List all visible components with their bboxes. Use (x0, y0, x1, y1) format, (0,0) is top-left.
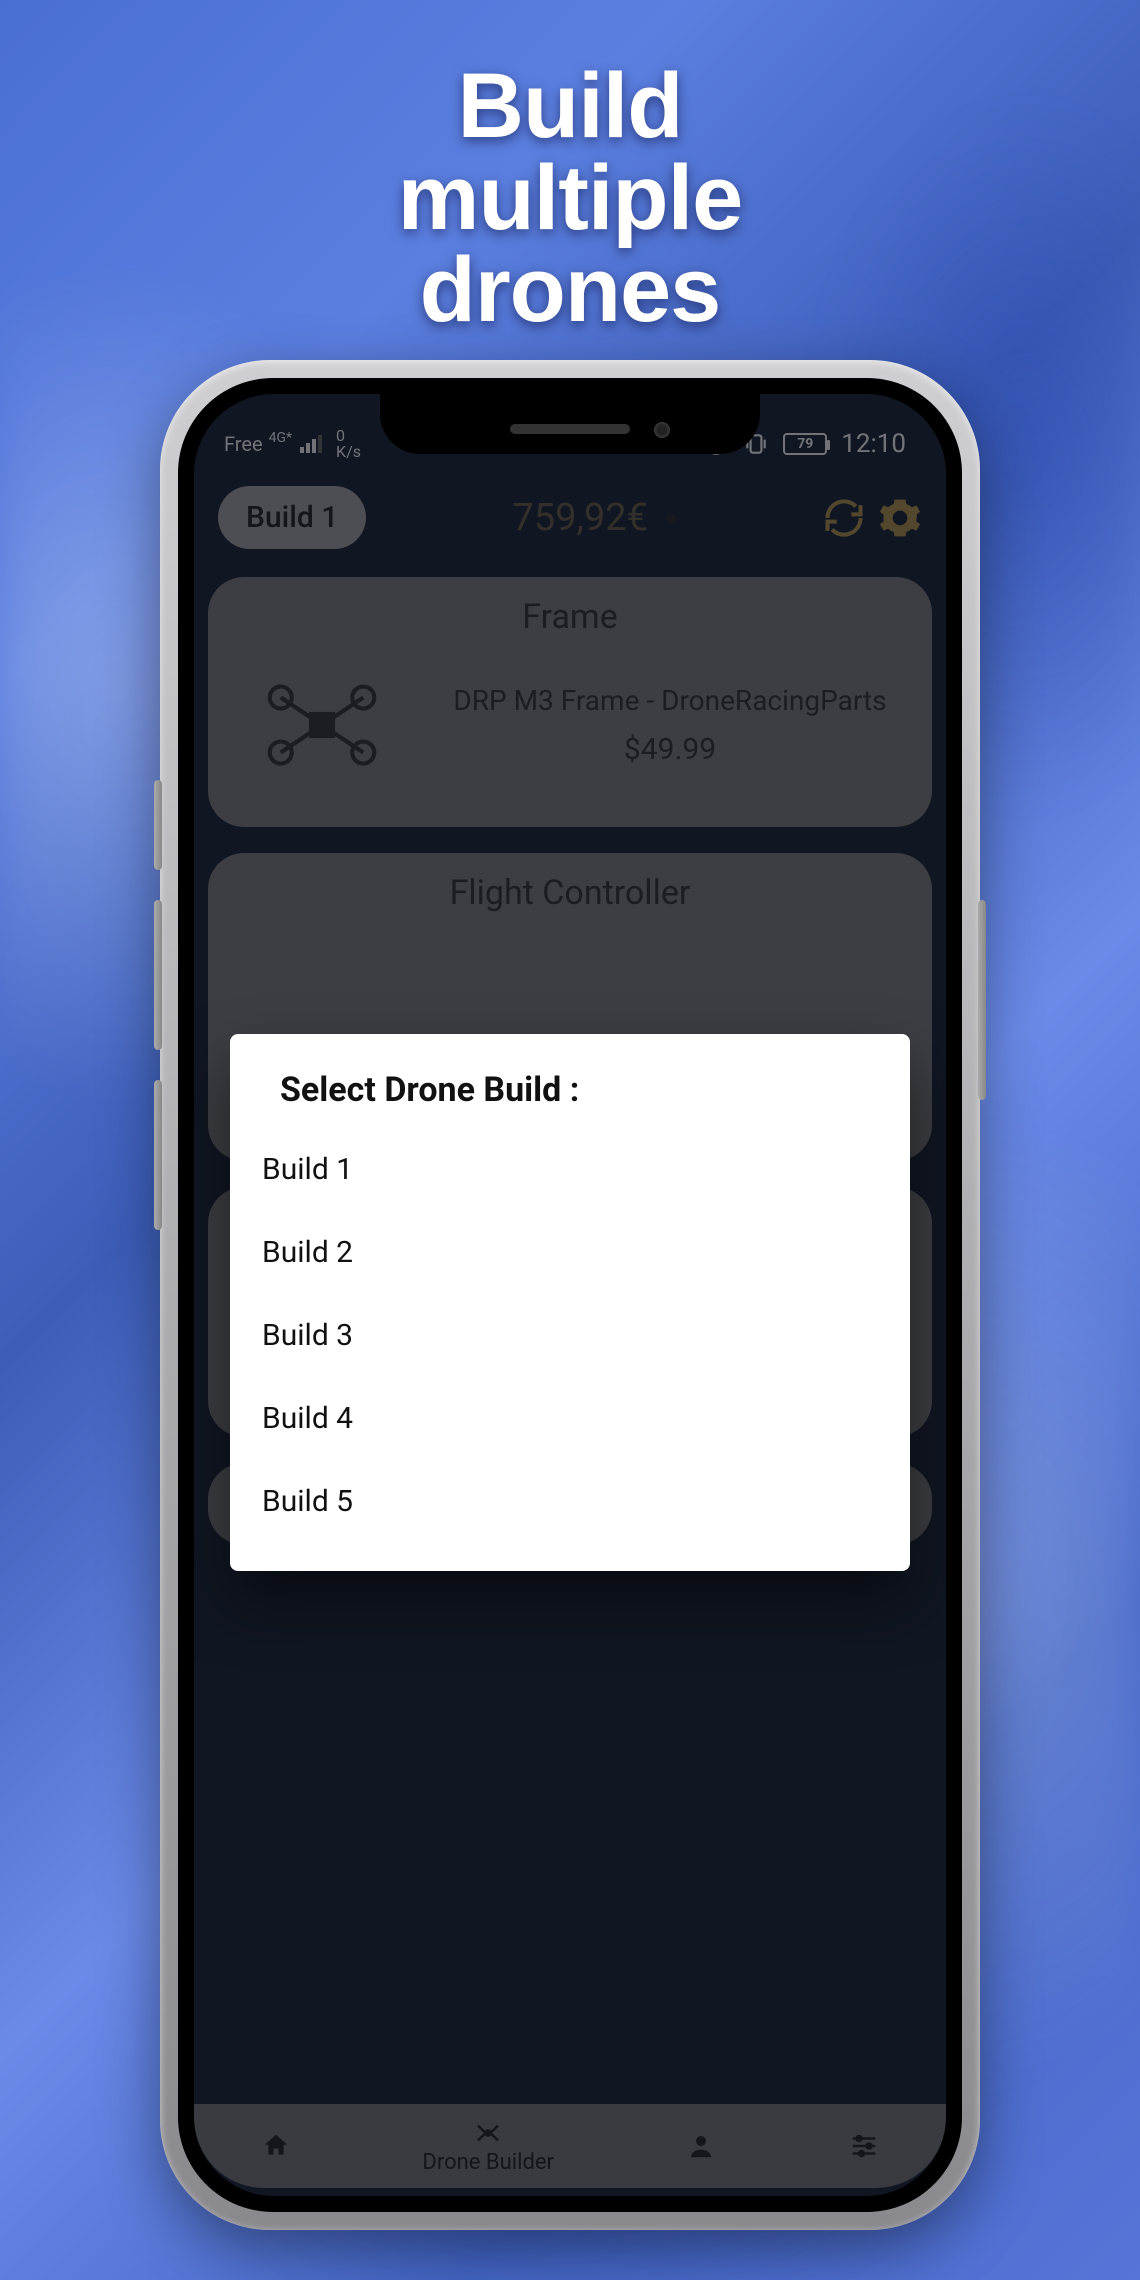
phone-notch (380, 394, 760, 454)
dialog-title: Select Drone Build : (230, 1070, 910, 1128)
phone-mute-switch (154, 780, 162, 870)
build-option-1[interactable]: Build 1 (230, 1128, 910, 1211)
promo-line-2: multiple (0, 152, 1140, 244)
phone-power-button (978, 900, 986, 1100)
build-option-4[interactable]: Build 4 (230, 1377, 910, 1460)
build-option-2[interactable]: Build 2 (230, 1211, 910, 1294)
build-option-5[interactable]: Build 5 (230, 1460, 910, 1543)
phone-volume-up (154, 900, 162, 1050)
phone-volume-down (154, 1080, 162, 1230)
promo-headline: Build multiple drones (0, 0, 1140, 336)
build-option-3[interactable]: Build 3 (230, 1294, 910, 1377)
select-build-dialog: Select Drone Build : Build 1 Build 2 Bui… (230, 1034, 910, 1571)
phone-mockup: Free 4G* 0 K/s 79 12:10 Build 1 759,92€ (160, 360, 980, 2230)
promo-line-3: drones (0, 244, 1140, 336)
promo-line-1: Build (0, 60, 1140, 152)
app-screen: Free 4G* 0 K/s 79 12:10 Build 1 759,92€ (194, 394, 946, 2196)
